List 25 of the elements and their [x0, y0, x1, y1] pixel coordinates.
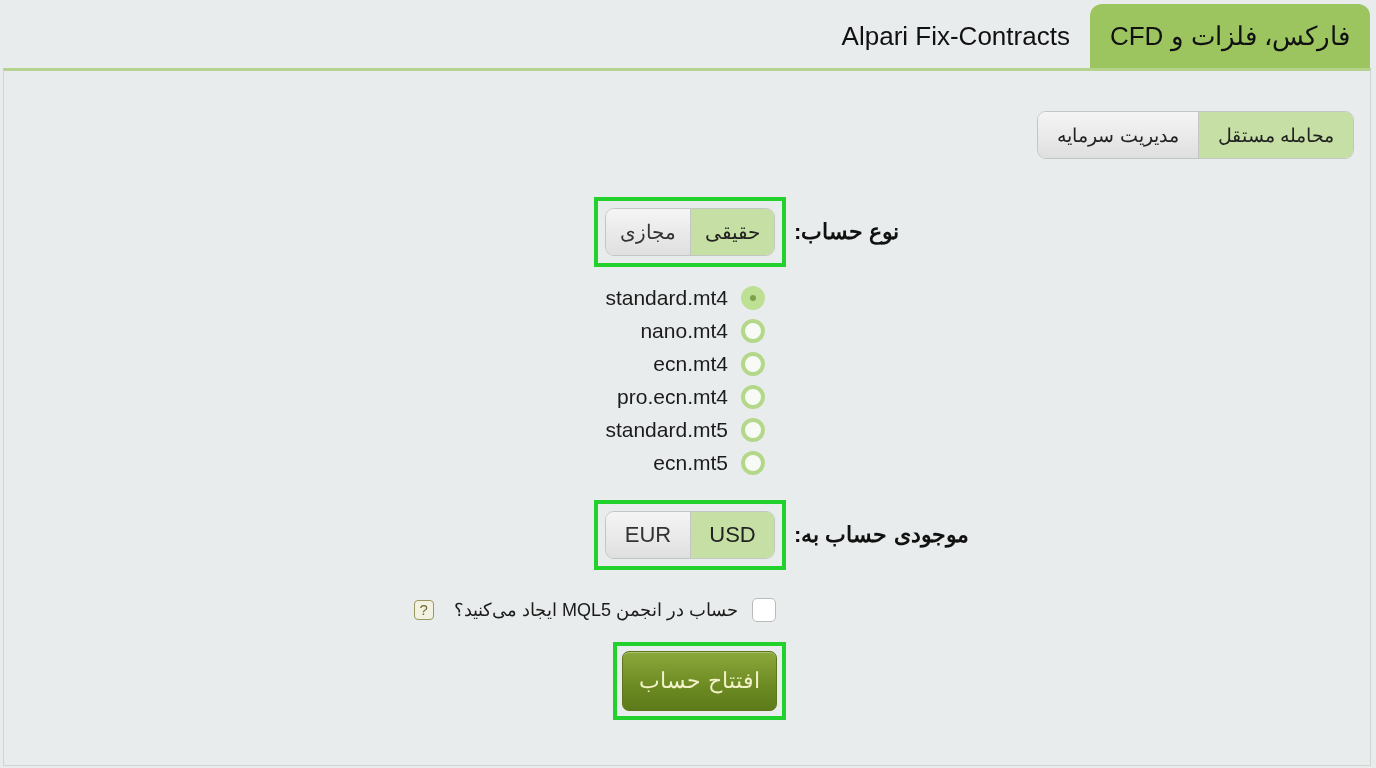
radio-button[interactable]	[741, 352, 765, 376]
segment-option[interactable]: EUR	[606, 512, 690, 558]
radio-label[interactable]: pro.ecn.mt4	[617, 385, 728, 409]
checkbox[interactable]	[752, 598, 776, 622]
radio-label[interactable]: ecn.mt4	[653, 352, 728, 376]
radio-button[interactable]	[741, 385, 765, 409]
mode-tab[interactable]: محامله مستقل	[1197, 112, 1353, 158]
help-badge[interactable]: ?	[413, 600, 434, 620]
mode-tab[interactable]: مدیریت سرمایه	[1038, 112, 1198, 158]
field-label: نوع حساب:	[793, 219, 900, 245]
radio-label[interactable]: ecn.mt5	[653, 451, 728, 475]
radio-label[interactable]: standard.mt4	[605, 286, 728, 310]
radio-button[interactable]	[741, 319, 765, 343]
radio-button[interactable]	[741, 418, 765, 442]
radio-button[interactable]	[741, 286, 765, 310]
segment-option[interactable]: مجازی	[606, 209, 690, 255]
segment-option[interactable]: حقیقی	[690, 209, 774, 255]
segment-option[interactable]: USD	[690, 512, 774, 558]
radio-label[interactable]: nano.mt4	[640, 319, 728, 343]
radio-button[interactable]	[741, 451, 765, 475]
checkbox-label[interactable]: حساب در انجمن MQL5 ایجاد می‌کنید؟	[453, 599, 738, 621]
top-tab[interactable]: Alpari Fix-Contracts	[821, 4, 1090, 68]
radio-label[interactable]: standard.mt5	[605, 418, 728, 442]
field-label: موجودی حساب به:	[793, 522, 969, 548]
top-tab[interactable]: فارکس، فلزات و CFD	[1089, 4, 1370, 68]
